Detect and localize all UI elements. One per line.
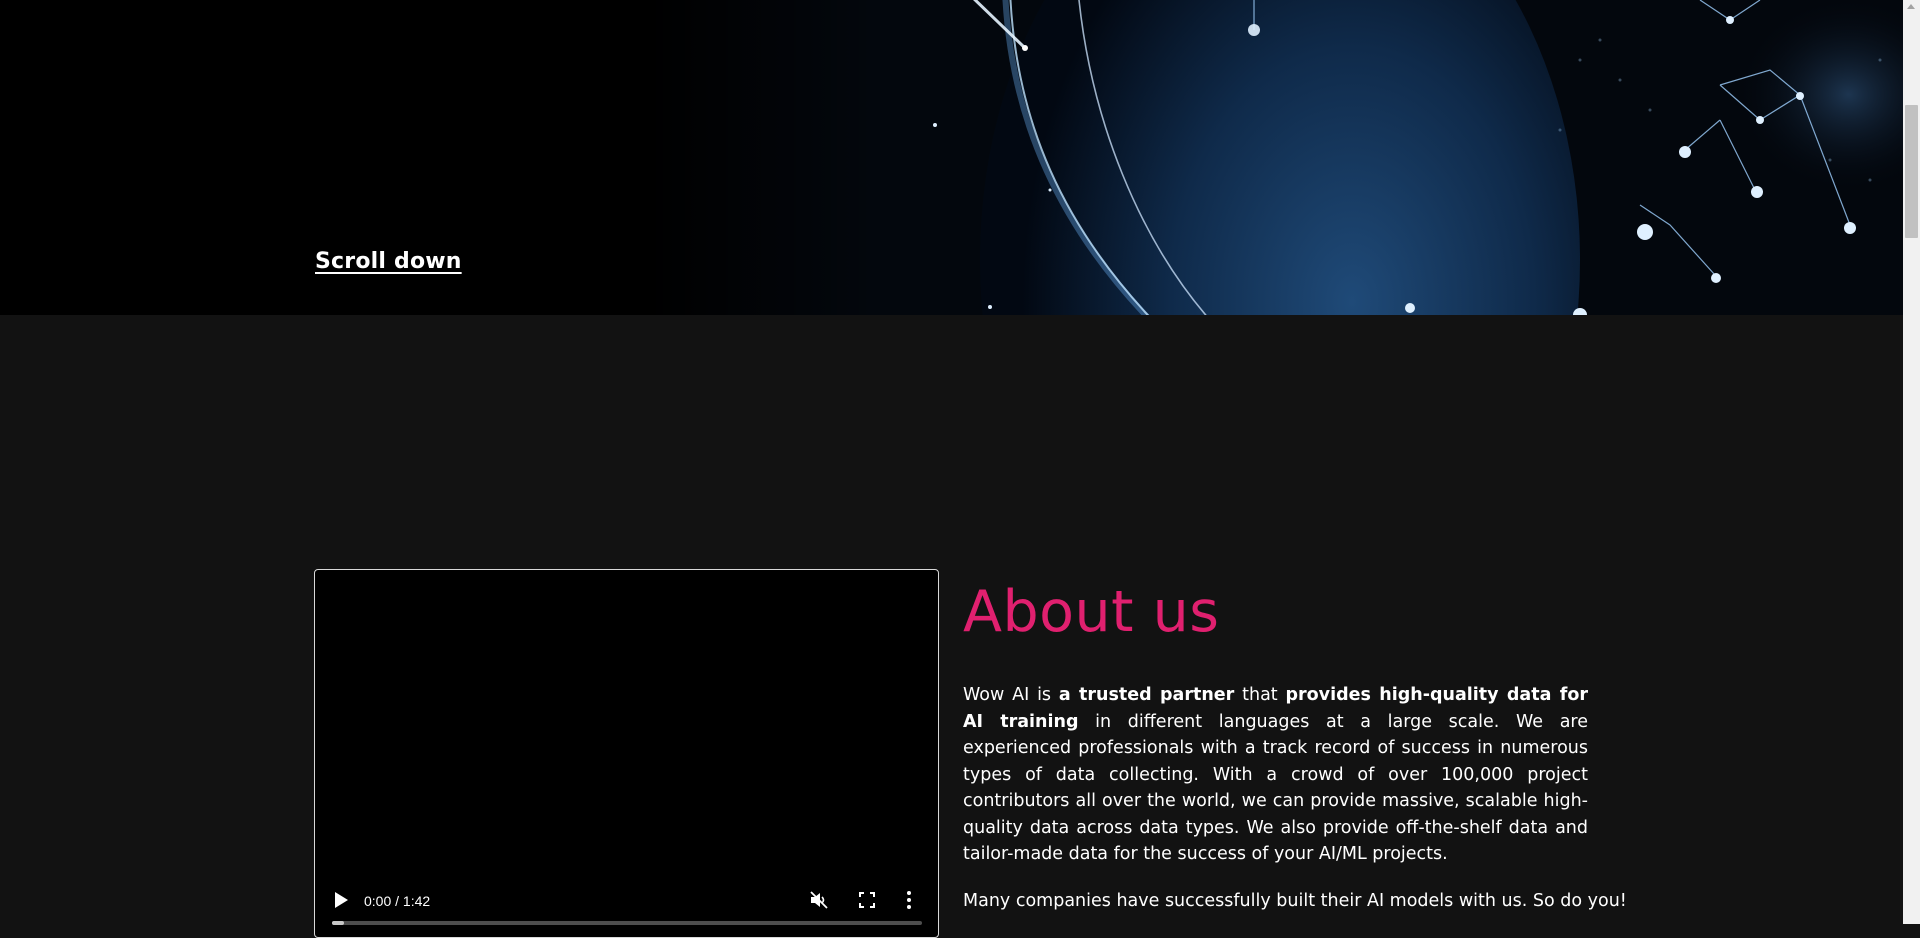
scrollbar-thumb[interactable] — [1905, 105, 1918, 238]
scroll-down-link[interactable]: Scroll down — [315, 249, 462, 274]
about-closing-line: Many companies have successfully built t… — [963, 891, 1627, 911]
about-text-part: in different languages at a large scale.… — [963, 711, 1588, 865]
video-time: 0:00 / 1:42 — [364, 893, 431, 909]
fullscreen-icon[interactable] — [858, 891, 876, 909]
about-highlight-partner: a trusted partner — [1058, 685, 1235, 705]
hero-banner: Scroll down — [0, 0, 1903, 315]
about-title: About us — [963, 579, 1220, 645]
play-icon[interactable] — [333, 891, 349, 909]
about-text-part: Wow AI is — [963, 685, 1059, 705]
more-options-icon[interactable] — [906, 890, 912, 910]
about-section: 0:00 / 1:42 About us Wow AI is a trusted… — [0, 315, 1903, 938]
mute-icon[interactable] — [809, 890, 829, 910]
video-progress-bar[interactable] — [332, 921, 922, 925]
video-player[interactable]: 0:00 / 1:42 — [314, 569, 939, 938]
earth-network-background — [0, 0, 1903, 315]
video-controls: 0:00 / 1:42 — [315, 877, 938, 937]
scroll-up-arrow-icon[interactable] — [1907, 4, 1915, 9]
about-description: Wow AI is a trusted partner that provide… — [963, 682, 1588, 868]
page-scrollbar[interactable] — [1903, 0, 1920, 924]
about-text-part: that — [1234, 685, 1286, 705]
video-progress-fill — [332, 921, 344, 925]
